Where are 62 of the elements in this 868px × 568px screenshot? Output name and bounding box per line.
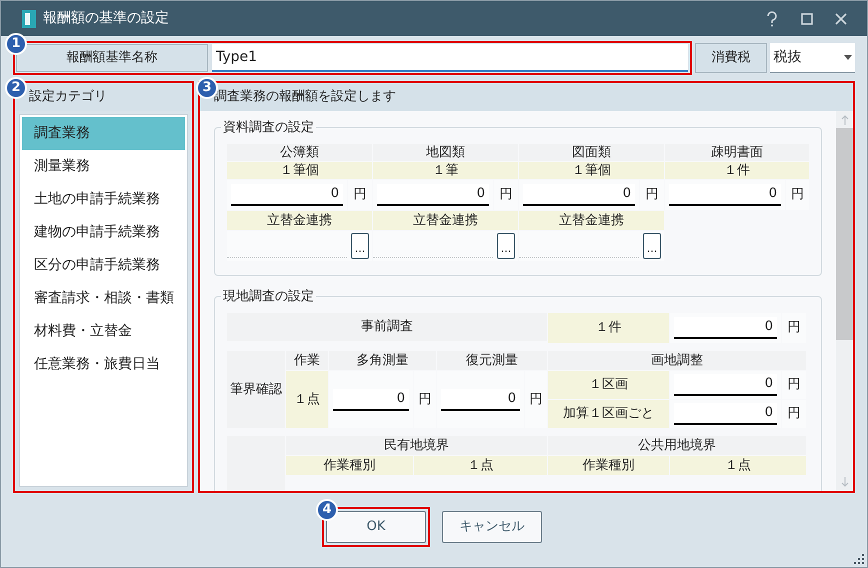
category-item[interactable]: 区分の申請手続業務 bbox=[22, 249, 185, 282]
maximize-icon[interactable] bbox=[801, 12, 813, 24]
unit-cell: １件 bbox=[548, 313, 669, 343]
app-icon bbox=[21, 8, 37, 28]
unit-cell: 立替金連携 bbox=[519, 211, 664, 230]
category-item[interactable]: 土地の申請手続業務 bbox=[22, 183, 185, 216]
amount-field[interactable]: 0 bbox=[333, 388, 409, 410]
callout-badge: 2 bbox=[5, 77, 27, 99]
column-header: 復元測量 bbox=[437, 351, 547, 370]
column-header: 多角測量 bbox=[329, 351, 436, 370]
column-header: 疎明書面 bbox=[665, 144, 809, 161]
unit-cell: 立替金連携 bbox=[373, 211, 518, 230]
scrollbar[interactable] bbox=[836, 111, 853, 491]
column-header: 作業 bbox=[286, 351, 328, 370]
name-field[interactable]: Type1 bbox=[212, 44, 688, 72]
help-icon[interactable] bbox=[765, 10, 779, 26]
amount-field[interactable]: 0 bbox=[669, 184, 781, 206]
category-item[interactable]: 任意業務・旅費日当 bbox=[22, 348, 185, 381]
category-item[interactable]: 材料費・立替金 bbox=[22, 315, 185, 348]
unit-cell: 立替金連携 bbox=[227, 211, 372, 230]
column-header: 図面類 bbox=[519, 144, 664, 161]
browse-button[interactable]: ... bbox=[351, 233, 369, 259]
browse-button[interactable]: ... bbox=[497, 233, 515, 259]
amount-field[interactable]: 0 bbox=[231, 184, 343, 206]
callout-badge: 4 bbox=[316, 499, 338, 521]
tax-dropdown[interactable]: 税抜 bbox=[770, 43, 856, 73]
unit-cell: 作業種別 bbox=[548, 456, 669, 475]
unit-cell: １点 bbox=[286, 371, 328, 428]
unit-cell: １点 bbox=[414, 456, 547, 475]
unit-cell: 加算１区画ごと bbox=[548, 400, 669, 428]
amount-field[interactable]: 0 bbox=[377, 184, 489, 206]
column-header: 画地調整 bbox=[548, 351, 806, 370]
column-header: 公共用地境界 bbox=[548, 436, 806, 455]
column-header: 公簿類 bbox=[227, 144, 372, 161]
category-item[interactable]: 建物の申請手続業務 bbox=[22, 216, 185, 249]
amount-field[interactable]: 0 bbox=[674, 317, 777, 339]
category-item[interactable]: 測量業務 bbox=[22, 150, 185, 183]
column-header: 事前調査 bbox=[227, 313, 547, 341]
column-header: 筆界確認 bbox=[227, 351, 285, 428]
close-icon[interactable] bbox=[835, 12, 847, 24]
column-header: 民有地境界 bbox=[286, 436, 547, 455]
amount-field[interactable]: 0 bbox=[441, 388, 520, 410]
unit-cell: １区画 bbox=[548, 371, 669, 399]
amount-field[interactable]: 0 bbox=[674, 374, 777, 396]
amount-field[interactable]: 0 bbox=[674, 403, 777, 425]
browse-button[interactable]: ... bbox=[643, 233, 661, 259]
category-item[interactable]: 調査業務 bbox=[22, 117, 185, 150]
tax-label: 消費税 bbox=[694, 43, 768, 73]
window-title: 報酬額の基準の設定 bbox=[43, 9, 169, 28]
unit-cell: １点 bbox=[670, 456, 806, 475]
amount-field[interactable]: 0 bbox=[523, 184, 635, 206]
category-item[interactable]: 審査請求・相談・書類 bbox=[22, 282, 185, 315]
unit-cell: １筆個 bbox=[519, 162, 664, 179]
unit-cell: １件 bbox=[665, 162, 809, 179]
caret-icon bbox=[844, 55, 852, 60]
unit-cell: 作業種別 bbox=[286, 456, 413, 475]
unit-cell: １筆個 bbox=[227, 162, 372, 179]
unit-cell: １筆 bbox=[373, 162, 518, 179]
resize-grip-icon[interactable] bbox=[854, 554, 864, 564]
scrollbar-thumb[interactable] bbox=[836, 128, 853, 340]
column-header: 地図類 bbox=[373, 144, 518, 161]
dialog-button[interactable]: キャンセル bbox=[442, 511, 542, 543]
